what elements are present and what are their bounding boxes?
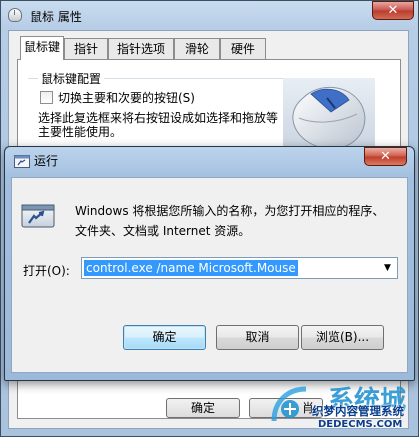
run-cancel-button[interactable]: 取消: [216, 325, 299, 350]
tab-pointers[interactable]: 指针: [64, 38, 108, 59]
open-label: 打开(O):: [23, 264, 70, 278]
tab-hardware[interactable]: 硬件: [220, 38, 266, 59]
swap-buttons-label[interactable]: 切换主要和次要的按钮(S): [58, 89, 195, 106]
tab-wheel[interactable]: 滑轮: [174, 38, 220, 59]
run-program-icon: [21, 204, 55, 228]
run-dialog-close-button[interactable]: ✕: [364, 147, 407, 166]
tab-buttons[interactable]: 鼠标键: [20, 36, 64, 60]
run-dialog-title: 运行: [34, 154, 59, 168]
run-icon: [14, 155, 30, 168]
watermark-line-text: 织梦内容管理系统: [312, 404, 404, 418]
mouse-icon: [8, 8, 22, 22]
run-dialog-description: Windows 将根据您所输入的名称，为您打开相应的程序、文件夹、文档或 Int…: [75, 204, 385, 238]
run-ok-button[interactable]: 确定: [123, 325, 206, 350]
watermark-logo-icon: [271, 386, 307, 422]
mouse-illustration: [283, 78, 375, 154]
mouse-properties-title: 鼠标 属性: [30, 10, 82, 24]
tab-pointer-options[interactable]: 指针选项: [108, 38, 174, 59]
run-browse-button[interactable]: 浏览(B)...: [301, 325, 384, 350]
run-command-value[interactable]: control.exe /name Microsoft.Mouse: [84, 260, 298, 276]
swap-buttons-checkbox[interactable]: [40, 91, 53, 104]
chevron-down-icon[interactable]: ▼: [378, 258, 397, 278]
button-config-group-title: 鼠标键配置: [38, 70, 105, 87]
swap-buttons-description: 选择此复选框来将右按钮设成如选择和拖放等主要性能使用。: [38, 111, 279, 139]
mouse-properties-ok-button[interactable]: 确定: [166, 398, 240, 418]
watermark-url-text: DEDECMS.COM: [318, 419, 403, 430]
mouse-properties-close-button[interactable]: ✕: [372, 1, 414, 20]
